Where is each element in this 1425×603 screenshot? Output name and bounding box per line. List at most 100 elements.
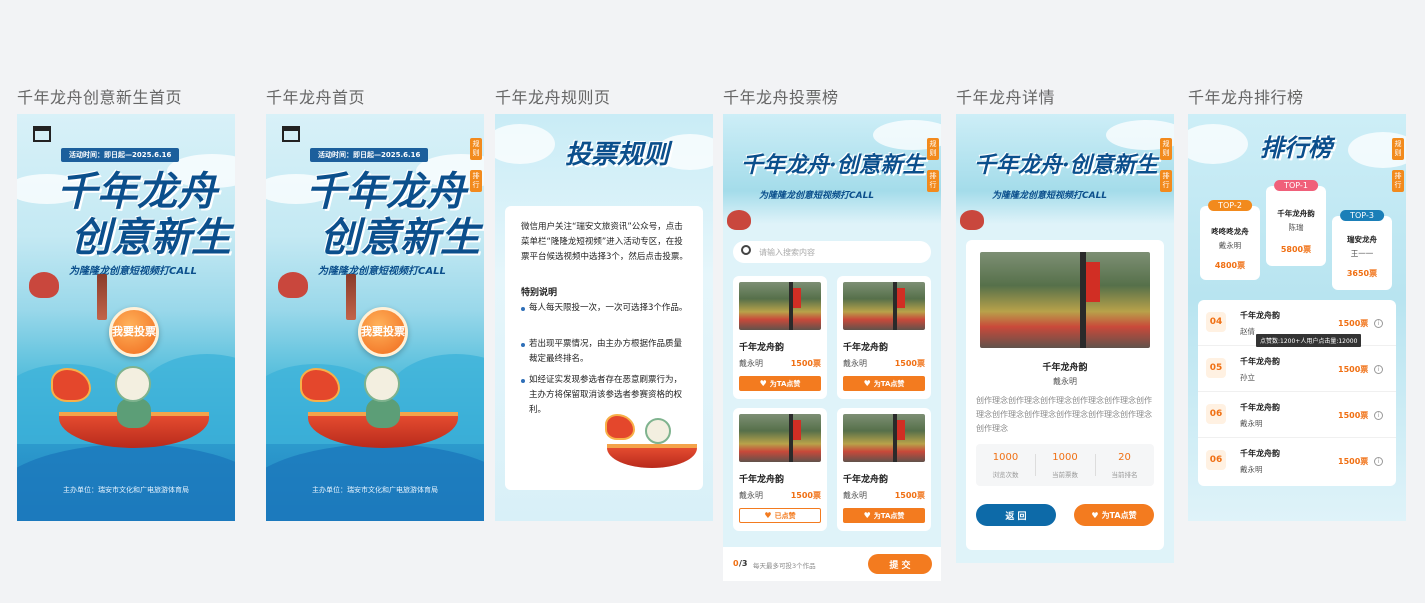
mascot-image <box>115 366 151 402</box>
stats-panel: 1000 浏览次数 1000 当前票数 20 当前排名 <box>976 444 1154 486</box>
work-thumbnail[interactable] <box>739 414 821 462</box>
work-votes: 1500票 <box>894 491 925 500</box>
ranking-list: 04 千年龙舟韵 赵倩 1500票 i 05 千年龙舟韵 孙立 1500票 i … <box>1198 300 1396 486</box>
selected-count: 0 <box>733 559 739 568</box>
info-icon[interactable]: i <box>1374 411 1383 420</box>
ranking-row[interactable]: 05 千年龙舟韵 孙立 1500票 i <box>1198 346 1396 392</box>
selected-total: /3 <box>739 559 748 568</box>
back-button[interactable]: 返 回 <box>976 504 1056 526</box>
rules-intro: 微信用户关注“瑞安文旅资讯”公众号，点击菜单栏“隆隆龙短视频”进入活动专区，在投… <box>521 222 688 262</box>
balloon-icon <box>727 210 751 230</box>
event-date: 活动时间：即日起—2025.6.16 <box>310 148 429 162</box>
heart-icon: ♥ <box>1091 510 1099 520</box>
pagoda-icon <box>346 274 356 320</box>
rule-item-1: 每人每天限投一次，一次可选择3个作品。 <box>529 303 688 313</box>
ranking-tab[interactable]: 排行 <box>1392 170 1404 192</box>
submit-button[interactable]: 提 交 <box>868 554 932 574</box>
rank-votes: 1500票 <box>1338 365 1369 374</box>
work-votes: 1500票 <box>790 491 821 500</box>
rank-author: 赵倩 <box>1240 327 1255 336</box>
rank-number: 06 <box>1206 404 1226 424</box>
vote-now-button[interactable]: 我要投票 <box>358 307 408 357</box>
liked-button[interactable]: ♥ 已点赞 <box>739 508 821 523</box>
work-author: 戴永明 <box>843 359 867 368</box>
search-input[interactable]: 请输入搜索内容 <box>759 247 815 258</box>
detail-like-label: 为TA点赞 <box>1101 510 1137 520</box>
rank-votes: 1500票 <box>1338 457 1369 466</box>
like-button[interactable]: ♥ 为TA点赞 <box>843 508 925 523</box>
screen-title-home: 千年龙舟首页 <box>266 88 366 107</box>
screen-title-rules: 千年龙舟规则页 <box>495 88 611 107</box>
ranking-screen: 排行榜 规则 排行 TOP-2 咚咚咚龙舟 戴永明 4800票 TOP-1 千年… <box>1188 114 1406 521</box>
top1-card[interactable]: TOP-1 千年龙舟韵 陈瑞 5800票 <box>1266 180 1326 266</box>
home-title-line2: 创意新生 <box>320 214 480 261</box>
rules-tab[interactable]: 规则 <box>1392 138 1404 160</box>
poster-slogan: 为隆隆龙创意短视频打CALL <box>69 266 197 277</box>
video-thumbnail[interactable] <box>980 252 1150 348</box>
rules-tab[interactable]: 规则 <box>927 138 939 160</box>
rank-number: 05 <box>1206 358 1226 378</box>
screen-title-ranking: 千年龙舟排行榜 <box>1188 88 1304 107</box>
work-card[interactable]: 千年龙舟韵 戴永明 1500票 ♥ 为TA点赞 <box>837 276 931 399</box>
work-name: 千年龙舟韵 <box>843 343 889 353</box>
rank-author: 孙立 <box>1240 373 1255 382</box>
work-votes: 1500票 <box>790 359 821 368</box>
work-thumbnail[interactable] <box>843 282 925 330</box>
top3-author: 王一一 <box>1350 249 1374 258</box>
detail-screen: 千年龙舟·创意新生 为隆隆龙创意短视频打CALL 规则 排行 千年龙舟韵 戴永明… <box>956 114 1174 563</box>
heart-icon: ♥ <box>863 511 871 520</box>
ranking-tab[interactable]: 排行 <box>927 170 939 192</box>
work-name: 千年龙舟韵 <box>843 475 889 485</box>
screen-title-vote: 千年龙舟投票榜 <box>723 88 839 107</box>
rank-votes: 1500票 <box>1338 319 1369 328</box>
rules-tab[interactable]: 规则 <box>1160 138 1172 160</box>
top2-card[interactable]: TOP-2 咚咚咚龙舟 戴永明 4800票 <box>1200 200 1260 280</box>
like-button-label: 为TA点赞 <box>873 511 905 520</box>
stat-rank-value: 20 <box>1118 452 1131 463</box>
balloon-icon <box>29 272 59 298</box>
ranking-tab[interactable]: 排行 <box>470 170 482 192</box>
work-author: 戴永明 <box>843 491 867 500</box>
poster-title-line1: 千年龙舟 <box>57 168 217 215</box>
ranking-row[interactable]: 06 千年龙舟韵 戴永明 1500票 i <box>1198 438 1396 484</box>
work-card[interactable]: 千年龙舟韵 戴永明 1500票 ♥ 为TA点赞 <box>837 408 931 531</box>
work-card[interactable]: 千年龙舟韵 戴永明 1500票 ♥ 为TA点赞 <box>733 276 827 399</box>
info-icon[interactable]: i <box>1374 457 1383 466</box>
rules-tab[interactable]: 规则 <box>470 138 482 160</box>
search-bar[interactable]: 请输入搜索内容 <box>733 241 931 263</box>
top3-card[interactable]: TOP-3 瑞安龙舟 王一一 3650票 <box>1332 210 1392 290</box>
home-slogan: 为隆隆龙创意短视频打CALL <box>318 266 446 277</box>
work-thumbnail[interactable] <box>739 282 821 330</box>
organizer-text: 主办单位：瑞安市文化和广电旅游体育局 <box>63 486 189 494</box>
balloon-icon <box>278 272 308 298</box>
top1-tag: TOP-1 <box>1274 180 1318 191</box>
info-icon[interactable]: i <box>1374 365 1383 374</box>
like-button[interactable]: ♥ 为TA点赞 <box>843 376 925 391</box>
rule-item-3: 如经证实发现参选者存在恶意刷票行为，主办方将保留取消该参选者参赛资格的权利。 <box>529 375 683 415</box>
stat-views-label: 浏览次数 <box>992 471 1019 479</box>
ranking-tab[interactable]: 排行 <box>1160 170 1172 192</box>
screen-title-detail: 千年龙舟详情 <box>956 88 1056 107</box>
rules-heading: 投票规则 <box>565 140 670 170</box>
work-name: 千年龙舟韵 <box>739 343 785 353</box>
work-card[interactable]: 千年龙舟韵 戴永明 1500票 ♥ 已点赞 <box>733 408 827 531</box>
top3-name: 瑞安龙舟 <box>1347 235 1377 244</box>
ranking-row[interactable]: 06 千年龙舟韵 戴永明 1500票 i <box>1198 392 1396 438</box>
stat-votes-label: 当前票数 <box>1052 471 1078 479</box>
clapperboard-icon <box>33 126 51 142</box>
work-thumbnail[interactable] <box>843 414 925 462</box>
like-button[interactable]: ♥ 为TA点赞 <box>739 376 821 391</box>
vote-now-button[interactable]: 我要投票 <box>109 307 159 357</box>
top2-votes: 4800票 <box>1214 261 1246 270</box>
like-button-label: 为TA点赞 <box>769 379 801 388</box>
heart-icon: ♥ <box>764 511 772 520</box>
pagoda-icon <box>97 274 107 320</box>
top2-name: 咚咚咚龙舟 <box>1211 227 1249 236</box>
mascot-body <box>366 398 400 428</box>
top2-author: 戴永明 <box>1218 241 1242 250</box>
home-screen: 活动时间：即日起—2025.6.16 千年龙舟 创意新生 为隆隆龙创意短视频打C… <box>266 114 484 521</box>
vote-header-slogan: 为隆隆龙创意短视频打CALL <box>759 191 875 201</box>
info-icon[interactable]: i <box>1374 319 1383 328</box>
detail-author: 戴永明 <box>1053 377 1077 386</box>
detail-like-button[interactable]: ♥ 为TA点赞 <box>1074 504 1154 526</box>
